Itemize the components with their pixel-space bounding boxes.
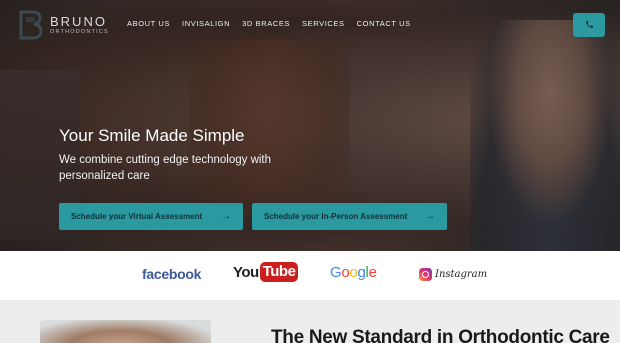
section-image (40, 320, 211, 343)
youtube-you: You (233, 263, 259, 281)
nav-contact-us[interactable]: CONTACT US (357, 19, 411, 28)
nav-3d-braces[interactable]: 3D BRACES (242, 19, 290, 28)
google-letter-g2: g (357, 264, 366, 281)
cta-virtual-label: Schedule your Virtual Assessment (71, 212, 203, 221)
nav-links: ABOUT US INVISALIGN 3D BRACES SERVICES C… (127, 19, 411, 28)
google-letter-e: e (368, 264, 377, 281)
phone-icon (585, 16, 594, 34)
phone-button[interactable] (573, 13, 605, 37)
youtube-tube: Tube (259, 262, 299, 282)
hero-headline: Your Smile Made Simple (59, 126, 245, 145)
brand-name: BRUNO (50, 13, 107, 29)
google-letter-g: G (330, 264, 342, 281)
nav-services[interactable]: SERVICES (302, 19, 345, 28)
bruno-logo-icon (18, 10, 44, 40)
schedule-virtual-assessment-button[interactable]: Schedule your Virtual Assessment → (59, 203, 243, 230)
nav-invisalign[interactable]: INVISALIGN (182, 19, 230, 28)
cta-in-person-label: Schedule your In-Person Assessment (264, 212, 408, 221)
google-link[interactable]: Google (330, 264, 377, 281)
section-title: The New Standard in Orthodontic Care (271, 327, 610, 343)
brand-subtitle: ORTHODONTICS (50, 28, 109, 35)
schedule-in-person-assessment-button[interactable]: Schedule your In-Person Assessment → (252, 203, 447, 230)
hero-subline: We combine cutting edge technology with … (59, 154, 272, 182)
arrow-right-icon: → (425, 211, 435, 222)
top-navigation: BRUNO ORTHODONTICS ABOUT US INVISALIGN 3… (0, 0, 620, 50)
youtube-link[interactable]: You Tube (233, 262, 299, 282)
social-media-strip (0, 251, 620, 300)
instagram-label: Instagram (435, 269, 488, 280)
arrow-right-icon: → (221, 211, 231, 222)
brand-logo[interactable]: BRUNO ORTHODONTICS (18, 10, 109, 40)
instagram-icon (419, 268, 432, 281)
logo-text: BRUNO ORTHODONTICS (50, 15, 109, 36)
nav-about-us[interactable]: ABOUT US (127, 19, 170, 28)
instagram-link[interactable]: Instagram (419, 268, 487, 281)
facebook-link[interactable]: facebook (142, 266, 201, 282)
